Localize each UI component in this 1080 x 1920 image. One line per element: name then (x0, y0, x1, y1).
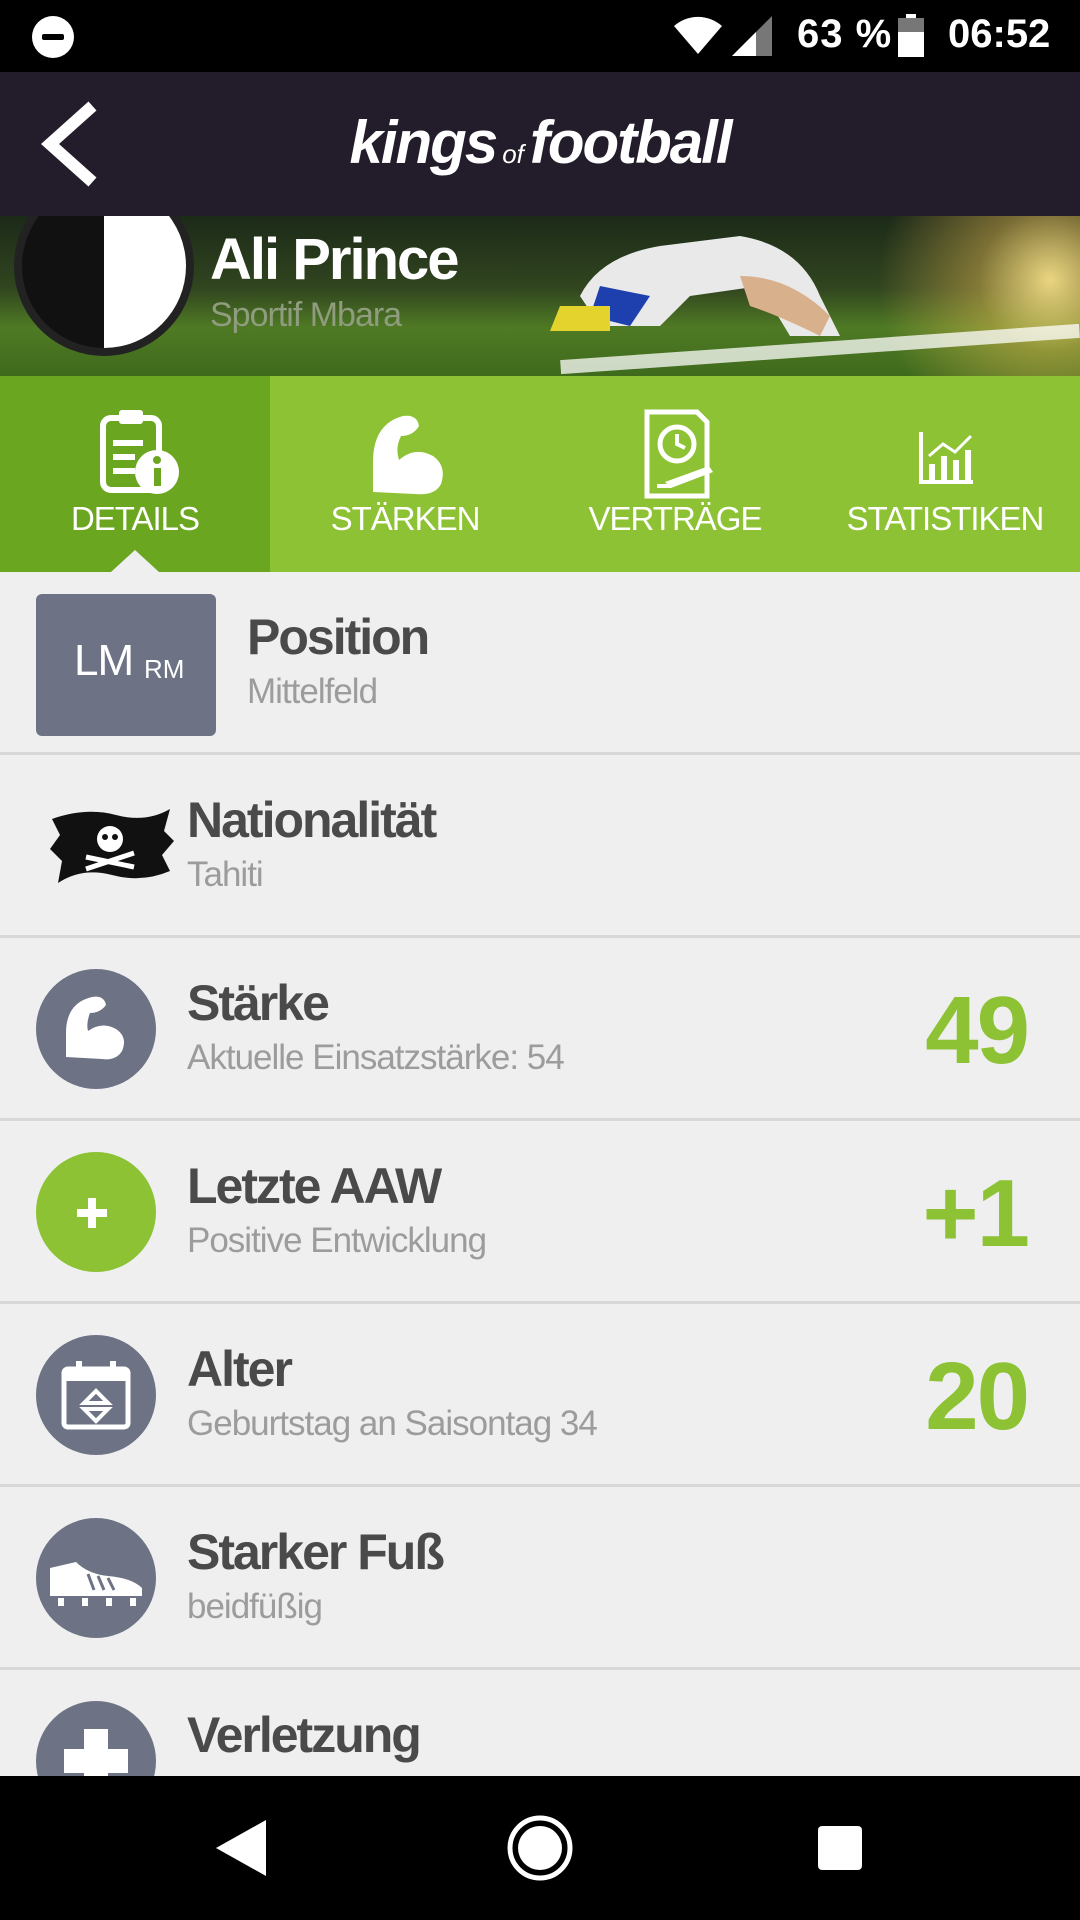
aaw-value: +1 (922, 1160, 1030, 1267)
calendar-icon (61, 1361, 131, 1430)
foot-icon-circle (36, 1518, 156, 1638)
details-list: LM RM Position Mittelfeld Nationalität T… (0, 572, 1080, 1776)
do-not-disturb-icon (32, 16, 74, 58)
club-logo (14, 216, 194, 356)
list-item-injury: Verletzung (0, 1670, 1080, 1776)
app-header: kings of football (0, 72, 1080, 216)
clipboard-info-icon (100, 410, 179, 494)
logo-text-football: football (529, 109, 733, 176)
age-subtitle: Geburtstag an Saisontag 34 (187, 1404, 598, 1443)
logo-text-kings: kings (349, 109, 498, 176)
tab-details[interactable]: DETAILS (0, 376, 270, 572)
football-boot-icon (50, 1562, 142, 1606)
age-value: 20 (925, 1343, 1030, 1450)
nav-home-icon[interactable] (506, 1814, 574, 1882)
tab-vertraege[interactable]: VERTRÄGE (540, 376, 810, 572)
age-icon-circle (36, 1335, 156, 1455)
tab-label: STATISTIKEN (846, 500, 1045, 537)
player-banner: Ali Prince Sportif Mbara (0, 216, 1080, 376)
app-logo: kings of football (0, 108, 1080, 177)
position-title: Position (247, 609, 430, 665)
aaw-title: Letzte AAW (187, 1158, 442, 1214)
strength-title: Stärke (187, 975, 330, 1031)
battery-percent: 63 % (797, 12, 893, 56)
wifi-icon (674, 16, 722, 54)
foot-subtitle: beidfüßig (187, 1587, 323, 1626)
list-item-nationality: Nationalität Tahiti (0, 755, 1080, 938)
nav-recent-apps-icon[interactable] (818, 1826, 862, 1870)
foot-title: Starker Fuß (187, 1524, 445, 1580)
strength-value: 49 (925, 977, 1030, 1084)
system-navigation-bar (0, 1776, 1080, 1920)
injury-icon-circle (36, 1701, 156, 1776)
player-kneeling-image (550, 236, 840, 336)
flexed-arm-icon (66, 996, 124, 1060)
tab-label: VERTRÄGE (588, 500, 763, 537)
list-item-strong-foot: Starker Fuß beidfüßig (0, 1487, 1080, 1670)
nationality-title: Nationalität (187, 792, 437, 848)
tab-bar: DETAILS STÄRKEN VERTRÄGE STATISTIKEN (0, 376, 1080, 572)
injury-title: Verletzung (187, 1707, 422, 1763)
signal-icon (732, 16, 772, 56)
list-item-strength: Stärke Aktuelle Einsatzstärke: 54 49 (0, 938, 1080, 1121)
nationality-value: Tahiti (187, 855, 264, 894)
clock: 06:52 (948, 12, 1051, 56)
plus-icon (77, 1198, 107, 1228)
list-item-last-aaw: Letzte AAW Positive Entwicklung +1 (0, 1121, 1080, 1304)
nav-back-icon[interactable] (210, 1816, 274, 1880)
position-badge: LM RM (36, 594, 216, 736)
aaw-icon-circle (36, 1152, 156, 1272)
position-main: LM (74, 636, 134, 685)
status-bar: 63 % 06:52 (0, 0, 1080, 72)
logo-text-of: of (502, 139, 524, 169)
pirate-flag-icon (50, 809, 174, 883)
tab-statistiken[interactable]: STATISTIKEN (810, 376, 1080, 572)
list-item-position: LM RM Position Mittelfeld (0, 572, 1080, 755)
bar-chart-icon (919, 432, 973, 484)
tab-label: DETAILS (70, 500, 200, 537)
strength-subtitle: Aktuelle Einsatzstärke: 54 (187, 1038, 565, 1077)
battery-icon (898, 14, 924, 57)
strength-icon-circle (36, 969, 156, 1089)
club-name: Sportif Mbara (210, 296, 402, 334)
tab-label: STÄRKEN (330, 500, 481, 537)
flexed-arm-icon (373, 415, 443, 495)
position-value: Mittelfeld (247, 672, 378, 711)
list-item-age: Alter Geburtstag an Saisontag 34 20 (0, 1304, 1080, 1487)
position-secondary: RM (144, 654, 185, 684)
player-name: Ali Prince (210, 227, 460, 292)
tab-staerken[interactable]: STÄRKEN (270, 376, 540, 572)
contract-clock-icon (644, 409, 713, 499)
age-title: Alter (187, 1341, 293, 1397)
aaw-subtitle: Positive Entwicklung (187, 1221, 487, 1260)
medical-cross-icon (64, 1729, 128, 1776)
